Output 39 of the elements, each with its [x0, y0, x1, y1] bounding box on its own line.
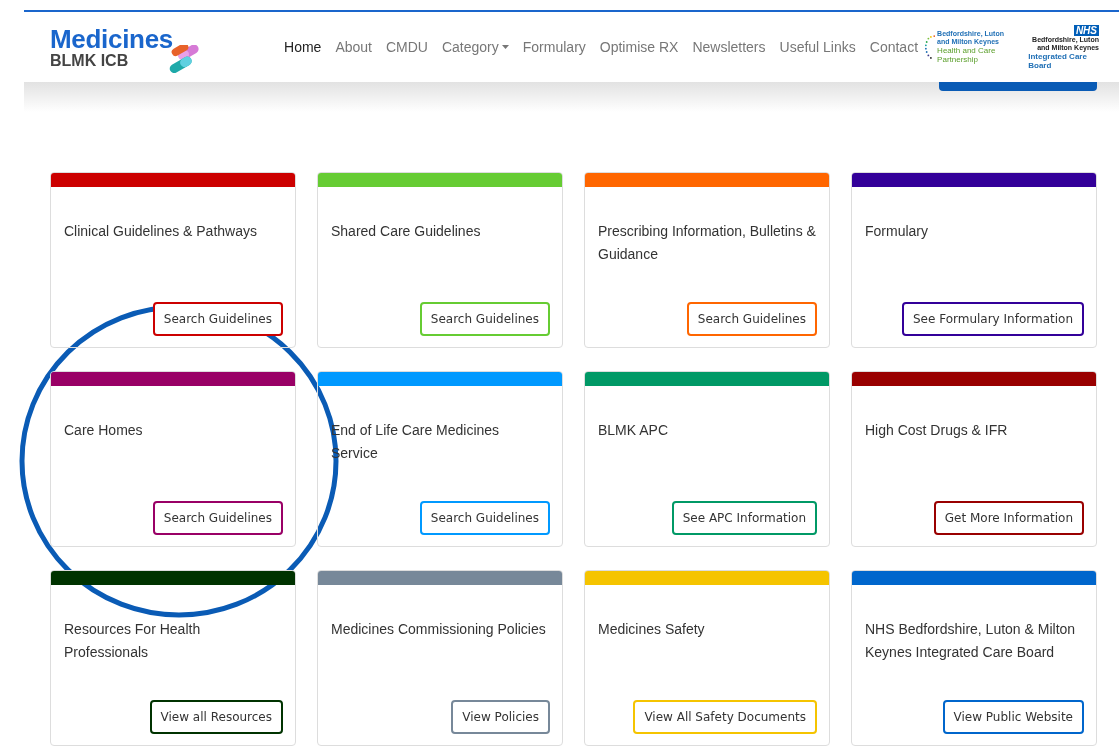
nav-link[interactable]: Category	[434, 39, 516, 55]
nav-link[interactable]: CMDU	[378, 39, 435, 55]
card-title: Medicines Commissioning Policies	[330, 620, 547, 639]
card-title: Clinical Guidelines & Pathways	[63, 222, 258, 241]
card-button[interactable]: Search Guidelines	[686, 302, 817, 336]
nav-link[interactable]: Optimise RX	[592, 39, 686, 55]
card-title: High Cost Drugs & IFR	[864, 421, 1009, 440]
nav-link[interactable]: Home	[277, 39, 329, 55]
card-button[interactable]: View Public Website	[942, 700, 1084, 734]
logo-subtitle: BLMK ICB	[50, 51, 130, 69]
card-title: Shared Care Guidelines	[330, 222, 482, 241]
card-button[interactable]: View Policies	[451, 700, 550, 734]
card-button[interactable]: Get More Information	[933, 501, 1084, 535]
card-title: NHS Bedfordshire, Luton & Milton Keynes Integrated Care Board	[864, 620, 1077, 662]
nav-link[interactable]: Formulary	[515, 39, 593, 55]
nhs-badge: NHS	[1073, 24, 1099, 36]
logo-title: Medicines	[50, 25, 173, 52]
logo-tagline: Health and Care Partnership	[937, 46, 997, 64]
logo-tagline: Integrated Care Board	[1028, 51, 1087, 70]
card-button[interactable]: Search Guidelines	[419, 501, 550, 535]
card-button[interactable]: View All Safety Documents	[633, 700, 817, 734]
card-title: Resources For Health Professionals	[63, 620, 202, 662]
nav-link[interactable]: About	[328, 39, 379, 55]
caret-icon	[501, 45, 509, 49]
card-title: Care Homes	[63, 421, 144, 440]
card-title: Formulary	[864, 222, 929, 241]
card-button[interactable]: Search Guidelines	[419, 302, 550, 336]
card-button[interactable]: See Formulary Information	[901, 302, 1084, 336]
nav-link[interactable]: Useful Links	[772, 39, 863, 55]
card-title: Medicines Safety	[597, 620, 706, 639]
card-button[interactable]: Search Guidelines	[152, 302, 283, 336]
dotted-arc-icon	[925, 32, 936, 62]
card-title: BLMK APC	[597, 421, 670, 440]
card-title: Prescribing Information, Bulletins & Guidance	[597, 222, 817, 264]
card-button[interactable]: See APC Information	[671, 501, 817, 535]
nav-link[interactable]: Contact	[862, 39, 926, 55]
nav-link[interactable]: Newsletters	[685, 39, 773, 55]
card-button[interactable]: View all Resources	[149, 700, 283, 734]
card-button[interactable]: Search Guidelines	[152, 501, 283, 535]
